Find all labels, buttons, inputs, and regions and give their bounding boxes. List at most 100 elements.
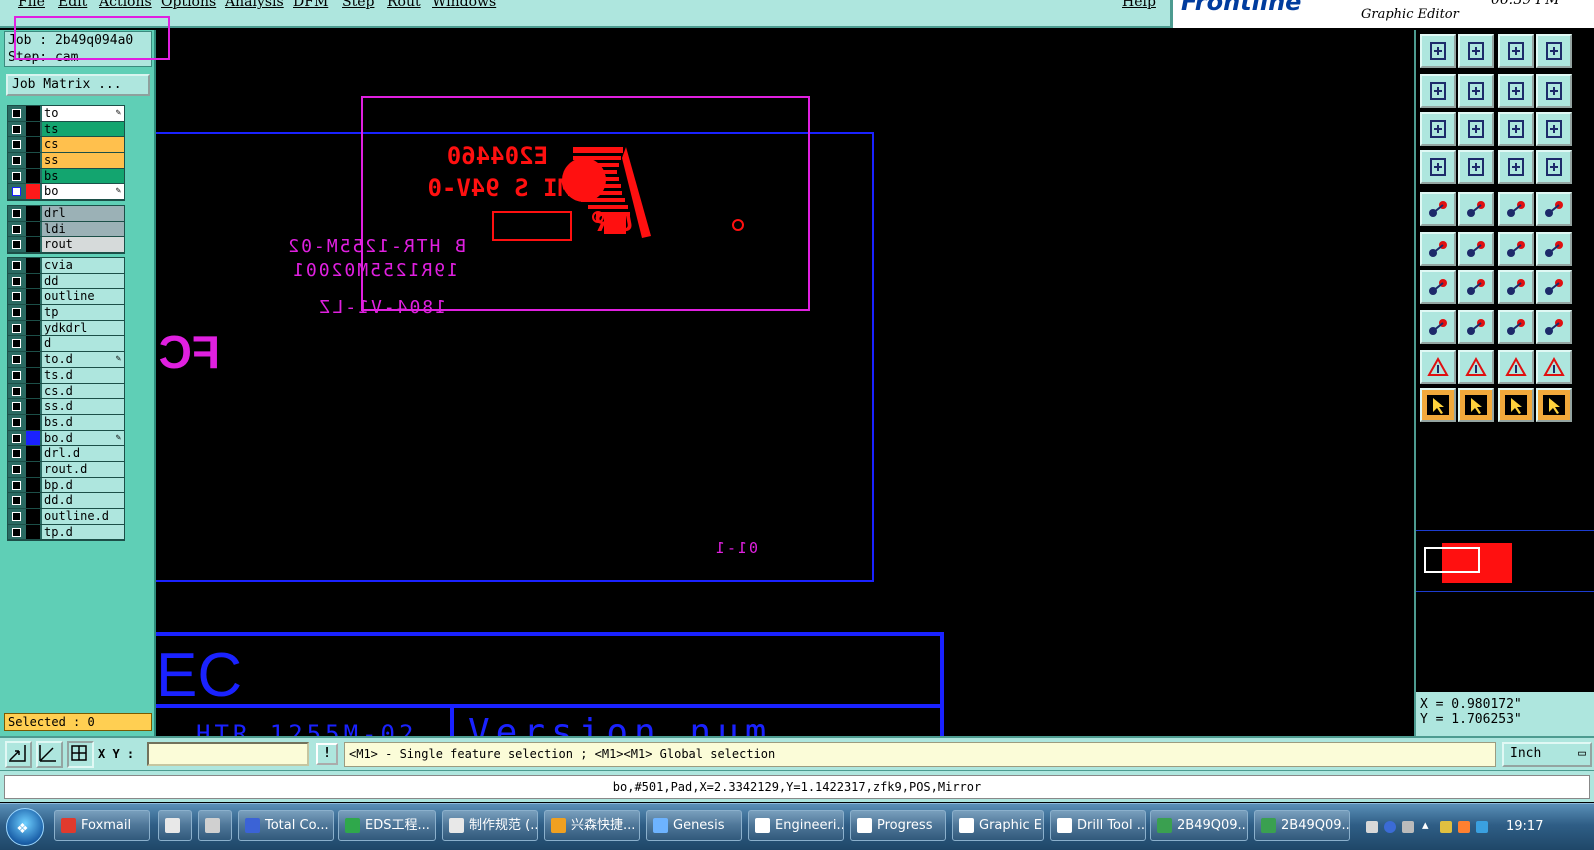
scale-tool-button[interactable] xyxy=(1498,112,1534,146)
home-tool-button[interactable] xyxy=(1498,34,1534,68)
taskbar-button[interactable]: Genesis xyxy=(646,810,742,841)
taskbar-button[interactable]: Graphic E... xyxy=(952,810,1044,841)
arc-tool-button[interactable] xyxy=(1498,270,1534,304)
layer-row-drl-d[interactable]: drl.d xyxy=(8,446,124,462)
drill-tool-button[interactable] xyxy=(1536,192,1572,226)
net-tool-button[interactable] xyxy=(1420,232,1456,266)
zoom-home-tool-button[interactable] xyxy=(1458,112,1494,146)
taskbar-button[interactable]: Total Co... xyxy=(238,810,334,841)
menu-help[interactable]: Help xyxy=(1122,0,1156,10)
layer-checkbox[interactable] xyxy=(12,140,21,150)
layer-row-drl[interactable]: drl xyxy=(8,206,124,222)
menu-rout[interactable]: Rout xyxy=(387,0,421,10)
layer-checkbox[interactable] xyxy=(12,224,21,234)
layer-row-dd-d[interactable]: dd.d xyxy=(8,493,124,509)
ruler-tool-button[interactable] xyxy=(1498,192,1534,226)
taskbar-button[interactable] xyxy=(198,810,232,841)
layer-checkbox[interactable] xyxy=(12,433,21,443)
layer-checkbox[interactable] xyxy=(12,261,21,270)
job-matrix-button[interactable]: Job Matrix ... xyxy=(6,74,150,96)
layer-checkbox[interactable] xyxy=(12,512,21,521)
layer-row-to[interactable]: to ✎ xyxy=(8,106,124,122)
taskbar-button[interactable]: EDS工程... xyxy=(338,810,436,841)
layer-row-ts-d[interactable]: ts.d xyxy=(8,367,124,384)
layer-checkbox[interactable] xyxy=(12,449,21,459)
xy-input[interactable] xyxy=(147,742,309,766)
taskbar-button[interactable] xyxy=(158,810,192,841)
measure-button[interactable] xyxy=(36,741,63,768)
taskbar-button[interactable]: Drill Tool ... xyxy=(1050,810,1146,841)
menu-options[interactable]: Options xyxy=(161,0,216,10)
help-icon[interactable] xyxy=(1384,821,1396,833)
layer-checkbox[interactable] xyxy=(12,209,21,218)
layer-checkbox[interactable] xyxy=(12,496,21,506)
graphic-canvas[interactable]: EC HTR 1255M-02 Version num E204460 MI S… xyxy=(156,30,1414,736)
pad-select-tool-button[interactable] xyxy=(1420,192,1456,226)
arc-point-tool-button[interactable] xyxy=(1536,232,1572,266)
layer-row-bo-d[interactable]: bo.d ✎ xyxy=(8,430,124,447)
angle-tool-button[interactable] xyxy=(1420,270,1456,304)
undo-tool-button[interactable] xyxy=(1498,74,1534,108)
layer-row-cs-d[interactable]: cs.d xyxy=(8,383,124,400)
taskbar-clock[interactable]: 19:17 xyxy=(1506,819,1543,834)
layer-row-dd[interactable]: dd xyxy=(8,273,124,290)
layer-row-bs[interactable]: bs xyxy=(8,168,124,185)
layer-checkbox[interactable] xyxy=(12,171,21,181)
settings-icon[interactable] xyxy=(1402,821,1414,833)
pointer-circle-tool-button[interactable] xyxy=(1498,388,1534,422)
pointer-path-tool-button[interactable] xyxy=(1536,388,1572,422)
taskbar-button[interactable]: 2B49Q09... xyxy=(1254,810,1350,841)
bird-icon[interactable] xyxy=(1476,821,1488,833)
layer-checkbox[interactable] xyxy=(12,276,21,286)
cut-tool-button[interactable] xyxy=(1536,34,1572,68)
net-select-tool-button[interactable] xyxy=(1536,150,1572,184)
alert-button[interactable]: ! xyxy=(316,743,338,765)
tray-expand-icon[interactable]: ▴ xyxy=(1422,818,1429,833)
layer-row-tp[interactable]: tp xyxy=(8,305,124,321)
layer-row-bo[interactable]: bo ✎ xyxy=(8,184,124,201)
layer-checkbox[interactable] xyxy=(12,386,21,396)
layer-row-outline-d[interactable]: outline.d xyxy=(8,509,124,525)
polygon-tool-button[interactable] xyxy=(1458,192,1494,226)
menu-actions[interactable]: Actions xyxy=(99,0,152,10)
layer-checkbox[interactable] xyxy=(12,187,21,197)
layer-checkbox[interactable] xyxy=(12,240,21,250)
triangle-arrow-tool-button[interactable] xyxy=(1498,350,1534,384)
layer-row-to-d[interactable]: to.d ✎ xyxy=(8,352,124,368)
layer-checkbox[interactable] xyxy=(12,339,21,349)
layer-row-ydkdrl[interactable]: ydkdrl xyxy=(8,320,124,337)
layer-checkbox[interactable] xyxy=(12,480,21,490)
pad-move-tool-button[interactable] xyxy=(1420,310,1456,344)
start-button[interactable]: ❖ xyxy=(6,808,44,846)
layer-row-ss-d[interactable]: ss.d xyxy=(8,399,124,415)
taskbar-button[interactable]: 制作规范 (... xyxy=(442,810,538,841)
triangle-tool-button[interactable] xyxy=(1420,350,1456,384)
menu-windows[interactable]: Windows xyxy=(432,0,496,10)
line-cut-tool-button[interactable] xyxy=(1458,310,1494,344)
layer-row-ldi[interactable]: ldi xyxy=(8,221,124,238)
layer-row-ts[interactable]: ts xyxy=(8,121,124,138)
pointer-box-tool-button[interactable] xyxy=(1458,388,1494,422)
layer-row-cvia[interactable]: cvia xyxy=(8,258,124,274)
line-point-tool-button[interactable] xyxy=(1498,232,1534,266)
zoom-fit-tool-button[interactable] xyxy=(1420,112,1456,146)
copy-tool-button[interactable] xyxy=(1536,310,1572,344)
keyboard-icon[interactable] xyxy=(1366,821,1378,833)
menu-analysis[interactable]: Analysis xyxy=(225,0,284,10)
mirror-tool-button[interactable] xyxy=(1536,270,1572,304)
layer-row-rout-d[interactable]: rout.d xyxy=(8,461,124,478)
layer-row-tp-d[interactable]: tp.d xyxy=(8,524,124,541)
layer-checkbox[interactable] xyxy=(12,370,21,380)
layer-row-d[interactable]: d xyxy=(8,336,124,353)
layer-checkbox[interactable] xyxy=(12,308,21,318)
layer-row-cs[interactable]: cs xyxy=(8,137,124,154)
taskbar-button[interactable]: Foxmail xyxy=(54,810,150,841)
measure-tool-button[interactable] xyxy=(1498,310,1534,344)
menu-edit[interactable]: Edit xyxy=(58,0,87,10)
layer-checkbox[interactable] xyxy=(12,156,21,166)
move-right-tool-button[interactable] xyxy=(1458,74,1494,108)
layer-row-bp-d[interactable]: bp.d xyxy=(8,477,124,494)
taskbar-button[interactable]: Progress xyxy=(850,810,946,841)
menu-file[interactable]: File xyxy=(18,0,45,10)
layer-checkbox[interactable] xyxy=(12,527,21,537)
